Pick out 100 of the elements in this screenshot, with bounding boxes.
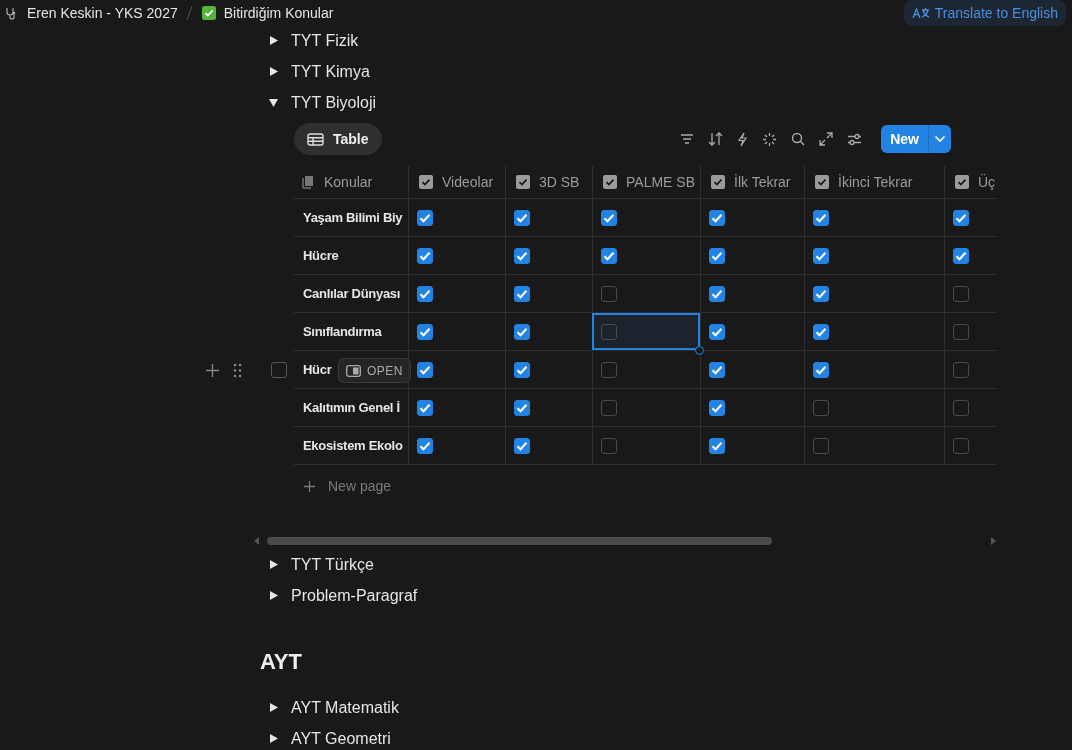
sort-icon[interactable]: [708, 132, 724, 146]
new-page-button[interactable]: New page: [294, 465, 392, 507]
caret-right-icon[interactable]: [268, 559, 279, 570]
checkbox[interactable]: [417, 361, 433, 378]
column-header[interactable]: İlk Tekrar: [700, 166, 804, 198]
table-view-tab[interactable]: Table: [294, 123, 382, 155]
column-header[interactable]: 3D SB: [505, 166, 592, 198]
caret-right-icon[interactable]: [268, 733, 279, 744]
translate-button[interactable]: Translate to English: [903, 0, 1066, 26]
checkbox[interactable]: [709, 361, 725, 378]
checkbox[interactable]: [953, 285, 969, 302]
checkbox[interactable]: [709, 437, 725, 454]
section-heading: AYT: [260, 648, 303, 676]
checkbox[interactable]: [601, 247, 617, 264]
breadcrumb-link[interactable]: Eren Keskin - YKS 2027: [27, 4, 178, 21]
table-cell: Kalıtımın Genel İ: [303, 400, 400, 415]
checkbox-icon: [815, 175, 829, 189]
checkbox[interactable]: [417, 247, 433, 264]
checkbox[interactable]: [417, 437, 433, 454]
checkbox-icon: [711, 175, 725, 189]
column-header[interactable]: PALME SB: [592, 166, 700, 198]
checkbox[interactable]: [953, 399, 969, 416]
checkbox[interactable]: [813, 437, 829, 454]
checkbox[interactable]: [709, 399, 725, 416]
column-header[interactable]: Videolar: [408, 166, 505, 198]
caret-right-icon[interactable]: [268, 66, 279, 77]
checkbox[interactable]: [953, 323, 969, 340]
drag-handle-icon[interactable]: [233, 362, 242, 378]
checkbox-icon: [516, 175, 530, 189]
resize-handle[interactable]: [695, 346, 704, 355]
caret-right-icon[interactable]: [268, 590, 279, 601]
horizontal-scrollbar[interactable]: [267, 537, 772, 545]
caret-down-icon[interactable]: [268, 97, 279, 108]
checkbox[interactable]: [813, 361, 829, 378]
checkbox[interactable]: [514, 437, 530, 454]
checkbox[interactable]: [953, 209, 969, 226]
checkbox[interactable]: [813, 285, 829, 302]
column-header[interactable]: Konular: [294, 166, 408, 198]
checkbox[interactable]: [514, 399, 530, 416]
table-icon: [307, 132, 324, 146]
checkbox[interactable]: [709, 209, 725, 226]
checkbox[interactable]: [953, 247, 969, 264]
check-mark-icon: [200, 4, 217, 21]
checkbox[interactable]: [514, 247, 530, 264]
table-cell: Canlılar Dünyası: [303, 286, 401, 301]
checkbox[interactable]: [601, 437, 617, 454]
column-header[interactable]: İkinci Tekrar: [804, 166, 944, 198]
toggle-title: TYT Türkçe: [291, 555, 374, 574]
checkbox[interactable]: [601, 399, 617, 416]
search-icon[interactable]: [791, 132, 806, 146]
checkbox[interactable]: [813, 323, 829, 340]
breadcrumb-link[interactable]: Bitirdiğim Konular: [223, 4, 334, 21]
sparkle-icon[interactable]: [762, 131, 778, 147]
column-header[interactable]: Üç: [944, 166, 997, 198]
checkbox[interactable]: [709, 323, 725, 340]
caret-right-icon[interactable]: [268, 702, 279, 713]
checkbox[interactable]: [953, 361, 969, 378]
checkbox[interactable]: [601, 323, 617, 340]
open-button[interactable]: OPEN: [338, 358, 411, 383]
toggle-title: Problem-Paragraf: [291, 586, 418, 605]
checkbox[interactable]: [417, 209, 433, 226]
toggle-title: TYT Fizik: [291, 31, 359, 50]
add-icon: [304, 480, 315, 492]
table-cell: Ekosistem Ekolo: [303, 438, 403, 453]
checkbox[interactable]: [514, 209, 530, 226]
table-cell: Hücr: [303, 362, 332, 377]
checkbox[interactable]: [813, 247, 829, 264]
checkbox[interactable]: [417, 399, 433, 416]
toggle-title: TYT Biyoloji: [291, 93, 377, 112]
add-icon[interactable]: [206, 363, 219, 377]
checkbox[interactable]: [417, 323, 433, 340]
checkbox[interactable]: [514, 361, 530, 378]
checkbox[interactable]: [417, 285, 433, 302]
checkbox[interactable]: [953, 437, 969, 454]
side-panel-icon: [346, 364, 361, 377]
toggle-title: AYT Geometri: [291, 729, 391, 748]
checkbox-icon: [603, 175, 617, 189]
selected-cell[interactable]: [592, 313, 700, 350]
new-options-button[interactable]: [928, 125, 951, 153]
checkbox[interactable]: [709, 247, 725, 264]
new-button[interactable]: New: [881, 125, 928, 153]
settings-icon[interactable]: [847, 132, 863, 146]
caret-right-icon[interactable]: [268, 35, 279, 46]
filter-icon[interactable]: [680, 133, 695, 145]
checkbox[interactable]: [813, 399, 829, 416]
checkbox[interactable]: [514, 285, 530, 302]
checkbox-icon: [955, 175, 969, 189]
lightning-icon[interactable]: [737, 131, 749, 147]
checkbox[interactable]: [709, 285, 725, 302]
checkbox[interactable]: [813, 209, 829, 226]
expand-icon[interactable]: [819, 132, 834, 146]
checkbox[interactable]: [601, 285, 617, 302]
caret-down-icon: [934, 135, 946, 143]
table-cell: Yaşam Bilimi Biy: [303, 210, 403, 225]
translate-icon: [911, 6, 930, 19]
checkbox-icon: [419, 175, 433, 189]
checkbox[interactable]: [601, 361, 617, 378]
checkbox[interactable]: [601, 209, 617, 226]
checkbox[interactable]: [514, 323, 530, 340]
row-checkbox[interactable]: [271, 362, 287, 378]
